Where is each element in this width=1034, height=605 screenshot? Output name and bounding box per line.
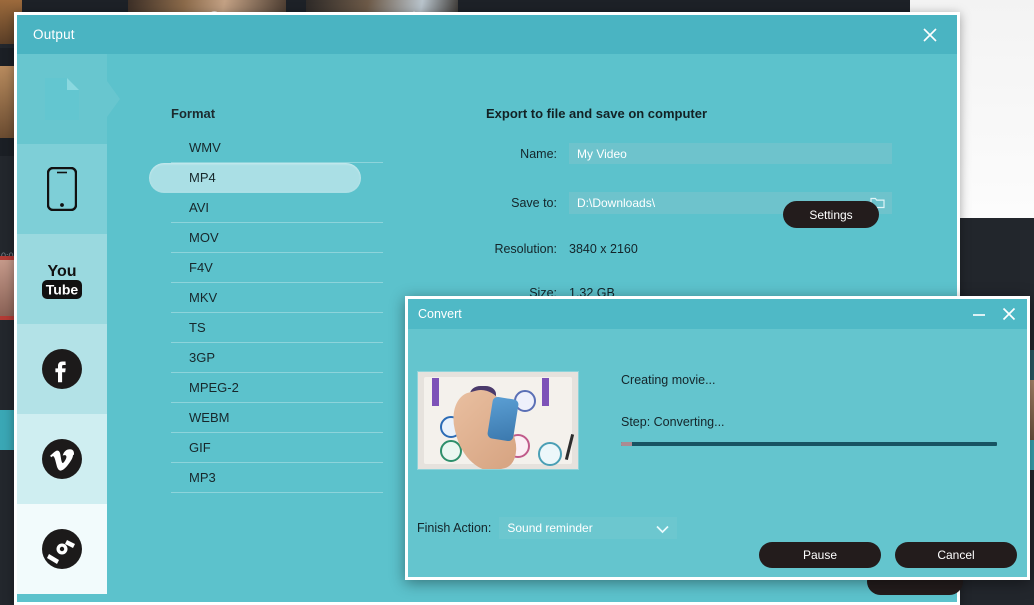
resolution-label: Resolution: — [473, 242, 569, 256]
vimeo-icon — [41, 438, 83, 480]
svg-text:Tube: Tube — [46, 282, 79, 298]
format-item-label: 3GP — [189, 350, 215, 365]
format-item-label: WEBM — [189, 410, 229, 425]
thumbnail-strip — [542, 378, 549, 406]
minimize-icon[interactable] — [971, 308, 987, 320]
format-list: WMV MP4 AVI MOV F4V MKV — [171, 133, 383, 493]
close-icon[interactable] — [917, 22, 943, 48]
format-item-avi[interactable]: AVI — [171, 193, 383, 223]
settings-button[interactable]: Settings — [783, 201, 879, 228]
chevron-down-icon — [656, 523, 669, 537]
progress-bar-fill — [621, 442, 632, 446]
thumbnail-item — [538, 442, 562, 466]
youtube-icon: You Tube — [37, 257, 87, 301]
mobile-device-icon — [47, 167, 77, 211]
format-item-wmv[interactable]: WMV — [171, 133, 383, 163]
convert-dialog-titlebar: Convert — [408, 299, 1027, 329]
name-input-value: My Video — [577, 147, 627, 161]
name-row: Name: My Video — [473, 143, 917, 164]
output-sidebar: You Tube — [17, 54, 107, 605]
finish-action-label: Finish Action: — [417, 521, 491, 535]
convert-status-text: Creating movie... — [621, 373, 715, 387]
finish-action-row: Finish Action: Sound reminder — [417, 517, 677, 539]
resolution-row: Resolution: 3840 x 2160 — [473, 242, 917, 256]
format-item-label: AVI — [189, 200, 209, 215]
cancel-button[interactable]: Cancel — [895, 542, 1017, 568]
format-item-label: MP4 — [189, 170, 216, 185]
format-panel: Format WMV MP4 AVI MOV F4V — [107, 54, 427, 605]
convert-dialog-title: Convert — [418, 307, 462, 321]
format-item-label: WMV — [189, 140, 221, 155]
format-item-label: GIF — [189, 440, 211, 455]
output-dialog-titlebar: Output — [17, 15, 957, 54]
sidebar-item-youtube[interactable]: You Tube — [17, 234, 107, 324]
pause-button[interactable]: Pause — [759, 542, 881, 568]
format-item-label: F4V — [189, 260, 213, 275]
format-item-mp4[interactable]: MP4 — [149, 163, 361, 193]
saveto-label: Save to: — [473, 196, 569, 210]
format-item-3gp[interactable]: 3GP — [171, 343, 383, 373]
format-item-webm[interactable]: WEBM — [171, 403, 383, 433]
format-item-label: MKV — [189, 290, 217, 305]
format-item-mkv[interactable]: MKV — [171, 283, 383, 313]
convert-step-text: Step: Converting... — [621, 415, 725, 429]
finish-action-value: Sound reminder — [507, 521, 592, 535]
format-item-mpeg2[interactable]: MPEG-2 — [171, 373, 383, 403]
file-document-icon — [45, 78, 79, 120]
screen-root: 1 2 0:0 Output — [0, 0, 1034, 605]
progress-bar — [621, 442, 997, 446]
convert-dialog: Convert — [405, 296, 1030, 580]
sidebar-item-dvd[interactable] — [17, 504, 107, 594]
format-item-mov[interactable]: MOV — [171, 223, 383, 253]
format-item-gif[interactable]: GIF — [171, 433, 383, 463]
format-item-mp3[interactable]: MP3 — [171, 463, 383, 493]
convert-window-controls — [971, 306, 1017, 322]
video-preview-thumbnail — [417, 371, 579, 470]
format-heading: Format — [171, 106, 427, 121]
saveto-input-value: D:\Downloads\ — [577, 196, 655, 210]
svg-text:You: You — [47, 263, 76, 280]
name-input[interactable]: My Video — [569, 143, 892, 164]
format-item-label: MP3 — [189, 470, 216, 485]
sidebar-item-device[interactable] — [17, 144, 107, 234]
format-item-label: TS — [189, 320, 206, 335]
finish-action-select[interactable]: Sound reminder — [499, 517, 677, 539]
output-dialog-title: Output — [33, 27, 75, 42]
format-item-f4v[interactable]: F4V — [171, 253, 383, 283]
convert-action-buttons: Pause Cancel — [759, 542, 1017, 568]
close-glyph — [922, 27, 938, 43]
convert-dialog-body: Creating movie... Step: Converting... Fi… — [408, 329, 1027, 580]
export-heading: Export to file and save on computer — [473, 106, 917, 121]
format-item-label: MPEG-2 — [189, 380, 239, 395]
close-icon[interactable] — [1001, 306, 1017, 322]
sidebar-item-vimeo[interactable] — [17, 414, 107, 504]
name-label: Name: — [473, 147, 569, 161]
thumbnail-strip — [432, 378, 439, 406]
format-item-ts[interactable]: TS — [171, 313, 383, 343]
facebook-icon — [41, 348, 83, 390]
resolution-value: 3840 x 2160 — [569, 242, 638, 256]
sidebar-item-file[interactable] — [17, 54, 107, 144]
format-item-label: MOV — [189, 230, 219, 245]
dvd-disc-icon — [41, 528, 83, 570]
sidebar-item-facebook[interactable] — [17, 324, 107, 414]
